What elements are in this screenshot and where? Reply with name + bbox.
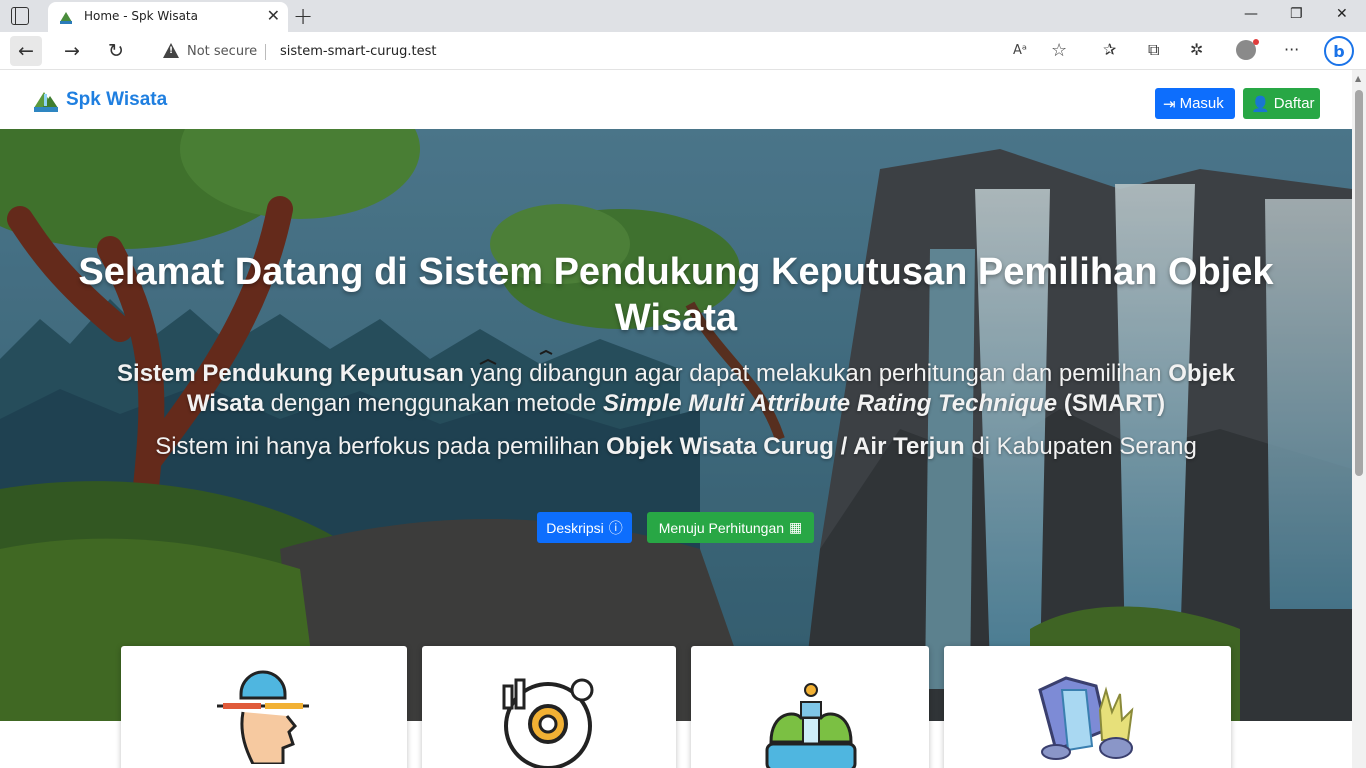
hero-title: Selamat Datang di Sistem Pendukung Keput…: [78, 251, 1274, 339]
decision-head-icon: [217, 670, 309, 764]
url-text[interactable]: sistem-smart-curug.test: [280, 44, 436, 59]
hero-desc-text-1: yang dibangun agar dapat melakukan perhi…: [463, 360, 1169, 387]
brand-name: Spk Wisata: [66, 89, 168, 110]
calculator-icon: ▦: [789, 519, 803, 535]
hero-section: Selamat Datang di Sistem Pendukung Keput…: [0, 129, 1352, 721]
feature-card-3: [691, 646, 929, 768]
login-icon: ⇥: [1163, 95, 1176, 113]
info-icon: ⓘ: [608, 519, 623, 536]
refresh-icon[interactable]: ↻: [100, 36, 132, 66]
hero-focus-text: Sistem ini hanya berfokus pada pemilihan…: [90, 432, 1262, 462]
browser-toolbar: ← → ↻ Not secure sistem-smart-curug.test…: [0, 32, 1366, 70]
tab-actions-icon[interactable]: [11, 7, 29, 25]
register-button[interactable]: 👤 Daftar: [1243, 88, 1320, 119]
back-icon[interactable]: ←: [10, 36, 42, 66]
hero-focus-bold: Objek Wisata Curug / Air Terjun: [606, 433, 965, 460]
address-divider: [265, 44, 266, 60]
not-secure-label[interactable]: Not secure: [187, 44, 257, 59]
waterfall-rocks-icon: [1038, 676, 1134, 760]
feature-card-2: [422, 646, 676, 768]
feature-card-4: [944, 646, 1231, 768]
more-menu-icon[interactable]: ···: [1284, 40, 1299, 59]
collections-icon[interactable]: ⧉: [1148, 40, 1159, 60]
description-button[interactable]: Deskripsi ⓘ: [537, 512, 632, 543]
close-tab-icon[interactable]: ✕: [267, 6, 280, 25]
calculation-button[interactable]: Menuju Perhitungan ▦: [647, 512, 814, 543]
scrollbar-thumb[interactable]: [1355, 90, 1363, 476]
brand[interactable]: Spk Wisata: [32, 86, 167, 114]
notification-dot: [1253, 39, 1259, 45]
waterfall-icon: [765, 683, 857, 768]
restore-icon[interactable]: ❐: [1290, 6, 1303, 22]
browser-tab[interactable]: Home - Spk Wisata ✕: [48, 2, 288, 32]
favorite-star-icon[interactable]: ☆: [1051, 40, 1067, 61]
hero-focus-text-2: di Kabupaten Serang: [964, 433, 1197, 460]
hero-overlay: [0, 129, 1352, 721]
extensions-icon[interactable]: ✲: [1190, 40, 1203, 59]
hero-desc-text-2: dengan menggunakan metode: [264, 390, 603, 417]
hero-focus-text-1: Sistem ini hanya berfokus pada pemilihan: [155, 433, 607, 460]
hero-desc-italic: Simple Multi Attribute Rating Technique: [602, 390, 1058, 417]
hero-description: Sistem Pendukung Keputusan yang dibangun…: [90, 359, 1262, 419]
warning-icon: [163, 43, 179, 58]
minimize-icon[interactable]: —: [1244, 6, 1258, 22]
read-aloud-icon[interactable]: Aᵃ: [1013, 43, 1027, 58]
description-label: Deskripsi: [546, 519, 604, 536]
add-user-icon: 👤: [1251, 95, 1270, 113]
tab-title: Home - Spk Wisata: [84, 9, 198, 23]
register-label: Daftar: [1273, 95, 1315, 112]
forward-icon[interactable]: →: [56, 36, 88, 66]
site-navbar: Spk Wisata ⇥ Masuk 👤 Daftar: [0, 70, 1352, 129]
favorites-icon[interactable]: ✰: [1103, 40, 1116, 59]
hero-desc-bold-3: (SMART): [1057, 390, 1166, 417]
address-bar[interactable]: Not secure sistem-smart-curug.test Aᵃ ☆: [146, 36, 1084, 66]
hero-desc-bold-1: Sistem Pendukung Keputusan: [117, 360, 464, 387]
login-label: Masuk: [1179, 95, 1224, 112]
bing-copilot-icon[interactable]: b: [1324, 36, 1354, 66]
feature-card-1: [121, 646, 407, 768]
web-page: Spk Wisata ⇥ Masuk 👤 Daftar Selamat Data…: [0, 70, 1352, 768]
favicon-icon: [60, 12, 72, 24]
new-tab-icon[interactable]: +: [293, 2, 313, 30]
close-window-icon[interactable]: ✕: [1336, 6, 1348, 22]
calculation-label: Menuju Perhitungan: [658, 519, 785, 536]
login-button[interactable]: ⇥ Masuk: [1155, 88, 1235, 119]
brand-logo-icon: [34, 92, 58, 112]
scroll-up-icon[interactable]: ▲: [1355, 74, 1361, 83]
browser-tab-bar: Home - Spk Wisata ✕ + — ❐ ✕: [0, 0, 1366, 32]
analytics-gear-icon: [502, 678, 594, 768]
